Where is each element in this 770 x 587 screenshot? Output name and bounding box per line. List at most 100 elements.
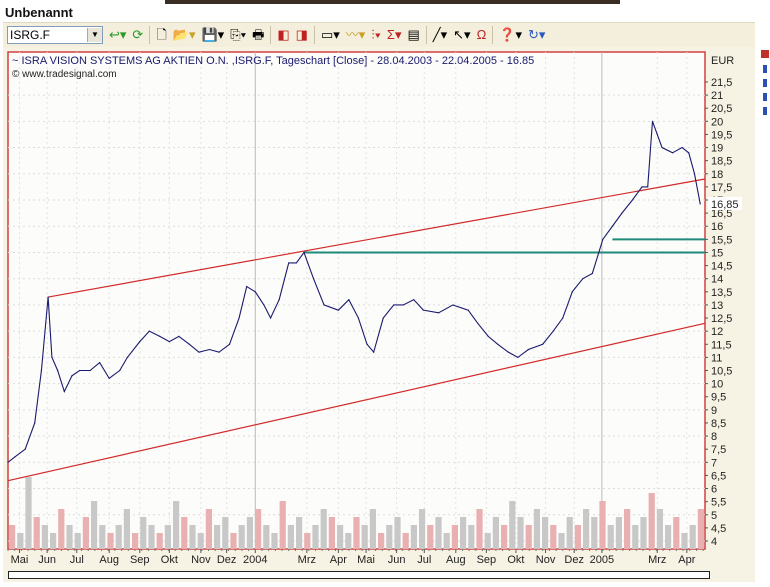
price-point bbox=[452, 304, 454, 306]
indicator-icon[interactable]: 〰▾ bbox=[346, 27, 366, 43]
volume-bar bbox=[287, 525, 294, 549]
price-point bbox=[477, 322, 479, 324]
volume-bar bbox=[214, 525, 221, 549]
volume-bar bbox=[255, 509, 262, 549]
toolbar: ISRG.F ▼ ↩▾ ⟳ 🗋 📂▾ 💾▾ ⎘▾ 🖶 ◧ ◨ ▭▾ 〰▾ ⫶▾ Σ… bbox=[3, 22, 755, 48]
go-icon[interactable]: ↩▾ bbox=[109, 27, 126, 43]
y-tick-label: 7,5 bbox=[711, 444, 726, 456]
volume-bar bbox=[697, 509, 704, 549]
price-point bbox=[168, 341, 170, 343]
volume-bar bbox=[296, 517, 303, 549]
chevron-down-icon[interactable]: ▼ bbox=[87, 28, 102, 42]
y-tick-label: 18,5 bbox=[711, 156, 732, 168]
new-document-icon[interactable]: 🗋 bbox=[156, 27, 166, 43]
print-icon[interactable]: 🖶 bbox=[252, 27, 264, 43]
separator bbox=[492, 26, 494, 44]
price-point bbox=[571, 291, 573, 293]
x-tick-label: Mrz bbox=[298, 554, 316, 566]
draw-line-icon[interactable]: ╱▾ bbox=[433, 27, 447, 43]
y-tick-label: 16 bbox=[711, 221, 723, 233]
volume-bar bbox=[353, 517, 360, 549]
volume-bar bbox=[656, 509, 663, 549]
price-point bbox=[323, 304, 325, 306]
y-tick-label: 14 bbox=[711, 274, 723, 286]
volume-bar bbox=[378, 533, 385, 549]
price-point bbox=[246, 285, 248, 288]
price-point bbox=[79, 369, 81, 372]
volume-bar bbox=[369, 509, 376, 549]
properties-icon[interactable]: ▤ bbox=[407, 27, 419, 43]
y-tick-label: 14,5 bbox=[711, 261, 732, 273]
price-point bbox=[99, 362, 101, 364]
price-point bbox=[651, 120, 654, 122]
price-point bbox=[24, 448, 26, 450]
copy-icon[interactable]: ⎘▾ bbox=[230, 27, 246, 43]
y-tick-label: 7 bbox=[711, 457, 717, 469]
formula-icon[interactable]: Σ▾ bbox=[387, 27, 402, 43]
magnet-icon[interactable]: Ω bbox=[477, 27, 487, 43]
volume-bar bbox=[263, 525, 270, 549]
price-point bbox=[693, 173, 696, 175]
source-label: © www.tradesignal.com bbox=[12, 69, 117, 80]
price-point bbox=[295, 262, 297, 264]
refresh-icon[interactable]: ⟳ bbox=[132, 27, 143, 43]
y-tick-label: 12,5 bbox=[711, 313, 732, 325]
volume-bar bbox=[624, 509, 631, 549]
volume-bar bbox=[25, 477, 32, 549]
y-tick-label: 9,5 bbox=[711, 392, 726, 404]
horizontal-scrollbar[interactable] bbox=[8, 571, 710, 579]
volume-bar bbox=[468, 525, 475, 549]
symbol-select[interactable]: ISRG.F ▼ bbox=[7, 26, 103, 44]
price-point bbox=[621, 212, 623, 214]
price-point bbox=[562, 317, 564, 319]
volume-bar bbox=[419, 509, 426, 549]
price-point bbox=[348, 299, 350, 301]
symbol-value: ISRG.F bbox=[10, 28, 51, 42]
previous-chart-icon[interactable]: ◧ bbox=[277, 27, 289, 43]
y-tick-label: 19,5 bbox=[711, 129, 732, 141]
price-point bbox=[263, 304, 265, 306]
x-tick-label: Nov bbox=[536, 554, 556, 566]
undo-icon[interactable]: ↻▾ bbox=[528, 27, 545, 43]
save-icon[interactable]: 💾▾ bbox=[202, 27, 225, 43]
open-folder-icon[interactable]: 📂▾ bbox=[173, 27, 196, 43]
price-point bbox=[188, 343, 191, 345]
next-chart-icon[interactable]: ◨ bbox=[296, 27, 308, 43]
volume-bar bbox=[550, 525, 557, 549]
volume-bar bbox=[328, 517, 335, 549]
price-point bbox=[119, 369, 121, 372]
volume-bar bbox=[312, 525, 319, 549]
price-point bbox=[631, 199, 634, 201]
help-icon[interactable]: ❓▾ bbox=[499, 27, 522, 43]
cursor-icon[interactable]: ↖▾ bbox=[453, 27, 470, 43]
x-tick-label: Okt bbox=[507, 554, 524, 566]
separator bbox=[313, 26, 315, 44]
y-tick-label: 10 bbox=[711, 379, 723, 391]
volume-bar bbox=[50, 533, 57, 549]
price-point bbox=[641, 186, 643, 188]
volume-bar bbox=[476, 509, 483, 549]
price-point bbox=[393, 304, 395, 306]
volume-bar bbox=[337, 525, 344, 549]
price-point bbox=[373, 351, 375, 353]
price-point bbox=[14, 456, 16, 458]
price-chart[interactable]: 21,52120,52019,51918,51817,51716,51615,5… bbox=[3, 47, 755, 582]
y-tick-label: 20 bbox=[711, 116, 723, 128]
x-tick-label: Apr bbox=[330, 554, 347, 566]
volume-bar bbox=[205, 509, 212, 549]
x-tick-label: Jun bbox=[388, 554, 406, 566]
top-strip bbox=[165, 0, 620, 4]
volume-bar bbox=[148, 525, 155, 549]
volume-bar bbox=[197, 533, 204, 549]
volume-bar bbox=[509, 501, 516, 549]
volume-bar bbox=[222, 517, 229, 549]
layout-icon[interactable]: ▭▾ bbox=[321, 27, 340, 43]
volume-bar bbox=[689, 525, 696, 549]
volume-bar bbox=[607, 525, 614, 549]
chart-type-icon[interactable]: ⫶▾ bbox=[371, 27, 381, 43]
y-tick-label: 8,5 bbox=[711, 418, 726, 430]
plot-area bbox=[7, 51, 706, 550]
y-tick-label: 15,5 bbox=[711, 234, 732, 246]
x-tick-label: Sep bbox=[477, 554, 497, 566]
y-tick-label: 6 bbox=[711, 484, 717, 496]
